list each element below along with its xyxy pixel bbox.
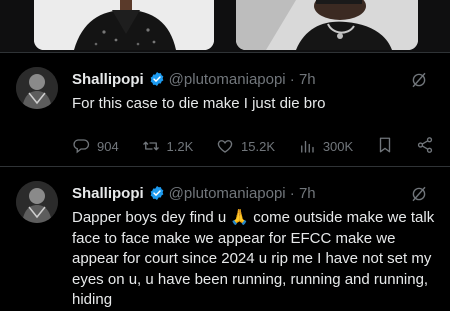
reply-icon [73,139,90,154]
secondary-actions [376,136,434,157]
author-handle[interactable]: @plutomaniapopi · 7h [169,71,316,88]
reply-count: 904 [97,138,119,154]
views-icon [300,140,314,153]
reply-button[interactable]: 904 [72,137,119,155]
like-button[interactable]: 15.2K [216,137,275,155]
repost-button[interactable]: 1.2K [142,137,194,155]
tweet-actions: 904 1.2K 15.2K 300K [72,136,434,156]
like-icon [217,140,233,153]
author-name[interactable]: Shallipopi [72,71,144,88]
media-photo-left[interactable] [34,0,214,50]
media-photo-right[interactable] [236,0,418,50]
verified-badge-icon [149,71,165,87]
tweet-header: Shallipopi @plutomaniapopi · 7h [72,69,316,89]
share-icon[interactable] [416,136,434,157]
tweet-text: For this case to die make I just die bro [72,95,326,112]
views-button[interactable]: 300K [298,137,353,155]
bookmark-icon[interactable] [376,136,394,157]
tweet-text: Dapper boys dey find u 🙏 come outside ma… [72,209,435,308]
verified-badge-icon [149,185,165,201]
tweet[interactable]: Shallipopi @plutomaniapopi · 7h For this… [0,52,450,165]
tweet[interactable]: Shallipopi @plutomaniapopi · 7h Dapper b… [0,166,450,308]
grok-icon[interactable] [410,185,428,203]
tweet-header: Shallipopi @plutomaniapopi · 7h [72,183,316,203]
media-strip [0,0,450,52]
grok-icon[interactable] [410,71,428,89]
repost-count: 1.2K [166,138,194,154]
views-count: 300K [322,138,354,154]
avatar[interactable] [16,67,58,109]
repost-icon [142,141,159,151]
avatar[interactable] [16,181,58,223]
author-name[interactable]: Shallipopi [72,185,144,202]
like-count: 15.2K [241,138,276,154]
author-handle[interactable]: @plutomaniapopi · 7h [169,185,316,202]
